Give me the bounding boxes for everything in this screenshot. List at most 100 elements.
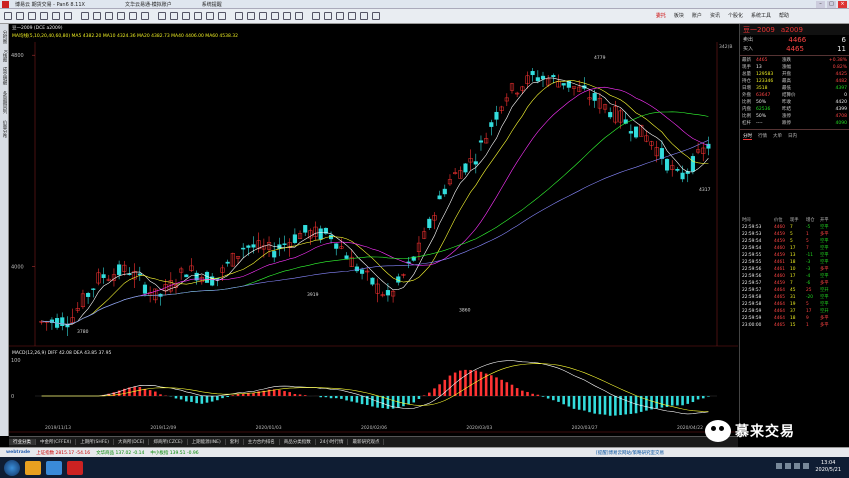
- tick-cell: 4459: [774, 253, 785, 258]
- market-tab[interactable]: 郑商所(CZCE): [149, 439, 188, 445]
- toolbar-menu-item[interactable]: 板块: [674, 12, 684, 19]
- candle-body: [463, 163, 468, 173]
- toolbar-tool-icon[interactable]: [81, 12, 89, 20]
- candle-body: [282, 243, 287, 245]
- toolbar-menu-item[interactable]: 系统工具: [751, 12, 771, 19]
- maximize-button[interactable]: □: [827, 1, 836, 8]
- app-logo-icon: [2, 0, 9, 8]
- toolbar-tool-icon[interactable]: [324, 12, 332, 20]
- kline-chart[interactable]: 4800 4000 342(B 4779 3919 3860 4317 3780 100 0 201…: [9, 24, 738, 436]
- toolbar-tool-icon[interactable]: [4, 12, 12, 20]
- toolbar-tool-icon[interactable]: [247, 12, 255, 20]
- toolbar-tool-icon[interactable]: [206, 12, 214, 20]
- toolbar-tool-icon[interactable]: [336, 12, 344, 20]
- quote-tab[interactable]: 分时: [743, 133, 752, 140]
- toolbar-tool-icon[interactable]: [64, 12, 72, 20]
- market-tab[interactable]: 主力合约排名: [244, 439, 280, 445]
- ask-row[interactable]: 卖出 4466 6: [740, 35, 849, 44]
- toolbar-tool-icon[interactable]: [182, 12, 190, 20]
- taskbar-clock[interactable]: 13:04 2020/5/21: [815, 460, 841, 474]
- toolbar-tool-icon[interactable]: [158, 12, 166, 20]
- tick-cell: 4461: [774, 267, 785, 272]
- market-tab[interactable]: 行业分类: [9, 439, 36, 445]
- market-tab[interactable]: 套利: [226, 439, 244, 445]
- quote-tab[interactable]: 大单: [773, 133, 782, 140]
- quote-stats: 最新 4465 涨跌 +0.38% 现手 13 涨幅 0.82% 总量 129583 开盘 4425 持…: [740, 58, 849, 127]
- toolbar-tool-icon[interactable]: [259, 12, 267, 20]
- toolbar-tool-icon[interactable]: [16, 12, 24, 20]
- toolbar-menu-item[interactable]: 帮助: [779, 12, 789, 19]
- toolbar-menu-item[interactable]: 资讯: [710, 12, 720, 19]
- candle-body: [225, 261, 230, 264]
- quote-tab[interactable]: 行情: [758, 133, 767, 140]
- market-tab[interactable]: 中金所(CFFEX): [36, 439, 77, 445]
- menu-account[interactable]: 文华云易通-模拟账户: [125, 1, 172, 8]
- toolbar-tool-icon[interactable]: [52, 12, 60, 20]
- toolbar-tool-icon[interactable]: [218, 12, 226, 20]
- toolbar-tool-icon[interactable]: [117, 12, 125, 20]
- toolbar-tool-icon[interactable]: [194, 12, 202, 20]
- toolbar-menu-item[interactable]: 账户: [692, 12, 702, 19]
- toolbar-tool-icon[interactable]: [271, 12, 279, 20]
- market-tab[interactable]: 商品分类指数: [280, 439, 316, 445]
- tick-cell: 4460: [774, 274, 785, 279]
- browser-icon[interactable]: [46, 460, 62, 475]
- news-ticker[interactable]: [提醒]博易云网站/策略研究室交易: [596, 450, 664, 456]
- toolbar-tool-icon[interactable]: [28, 12, 36, 20]
- start-button[interactable]: [4, 459, 20, 476]
- tick-cell: 4459: [774, 232, 785, 237]
- left-tab[interactable]: 分时图: [1, 30, 7, 44]
- toolbar-tool-icon[interactable]: [283, 12, 291, 20]
- tick-cell: 4465: [774, 295, 785, 300]
- market-tab[interactable]: 大商所(DCE): [114, 439, 150, 445]
- stat-value: 50%: [756, 114, 767, 119]
- stat-value: 4425: [835, 72, 847, 77]
- close-button[interactable]: ×: [838, 1, 847, 8]
- ask-label: 卖出: [743, 37, 754, 43]
- date-tick-label: 2020/04/22: [677, 425, 703, 431]
- stat-label: 昨结: [782, 107, 791, 112]
- diff-line: [41, 360, 709, 415]
- bid-row[interactable]: 买入 4465 11: [740, 44, 849, 53]
- toolbar-tool-icon[interactable]: [105, 12, 113, 20]
- left-tab[interactable]: 价量分布: [1, 120, 7, 138]
- toolbar-tool-icon[interactable]: [170, 12, 178, 20]
- menu-alert[interactable]: 系统提醒: [202, 1, 222, 8]
- toolbar-tool-icon[interactable]: [312, 12, 320, 20]
- toolbar-tool-icon[interactable]: [348, 12, 356, 20]
- kline-chart-area[interactable]: 4800 4000 342(B 4779 3919 3860 4317 3780 100 0 201…: [9, 24, 738, 436]
- toolbar-tool-icon[interactable]: [129, 12, 137, 20]
- trading-app-icon[interactable]: [67, 460, 83, 475]
- stat-label: 比例: [742, 114, 751, 119]
- minimize-button[interactable]: –: [816, 1, 825, 8]
- tick-cell: 23:00:00: [742, 323, 762, 328]
- toolbar-menu-item[interactable]: 委托: [656, 12, 666, 19]
- candle-body: [494, 111, 499, 120]
- macd-scale-label: 100: [11, 358, 21, 364]
- date-tick-label: 2019/12/09: [150, 425, 176, 431]
- toolbar-tool-icon[interactable]: [295, 12, 303, 20]
- stat-value: 123346: [756, 79, 774, 84]
- left-tab[interactable]: 成交明细: [1, 67, 7, 85]
- chart-header: 豆一2009 (DCE a2009): [12, 26, 63, 31]
- toolbar-tool-icon[interactable]: [235, 12, 243, 20]
- tick-cell: 空平: [820, 260, 829, 265]
- market-tab[interactable]: 最新研究观点: [348, 439, 385, 445]
- toolbar-tool-icon[interactable]: [93, 12, 101, 20]
- tick-cell: 19: [790, 302, 796, 307]
- toolbar-tool-icon[interactable]: [372, 12, 380, 20]
- toolbar-tool-icon[interactable]: [40, 12, 48, 20]
- left-tab[interactable]: K线图: [1, 50, 7, 62]
- toolbar-tool-icon[interactable]: [141, 12, 149, 20]
- quote-tab[interactable]: 日内: [788, 133, 797, 140]
- tick-cell: 4464: [774, 316, 785, 321]
- folder-icon[interactable]: [25, 460, 41, 475]
- left-tab[interactable]: 多周期同列: [1, 91, 7, 114]
- toolbar-tool-icon[interactable]: [360, 12, 368, 20]
- market-tab[interactable]: 24小时行情: [316, 439, 349, 445]
- market-tab[interactable]: 上期所(SHFE): [76, 439, 114, 445]
- tick-list: 时间 价位 现手 增仓 开平 22:59:53 4460 7 -5 空平 22:59:53 4459 5…: [740, 217, 849, 329]
- stat-label: 内盘: [742, 107, 751, 112]
- market-tab[interactable]: 上期能源(INE): [188, 439, 226, 445]
- toolbar-menu-item[interactable]: 个股化: [728, 12, 743, 19]
